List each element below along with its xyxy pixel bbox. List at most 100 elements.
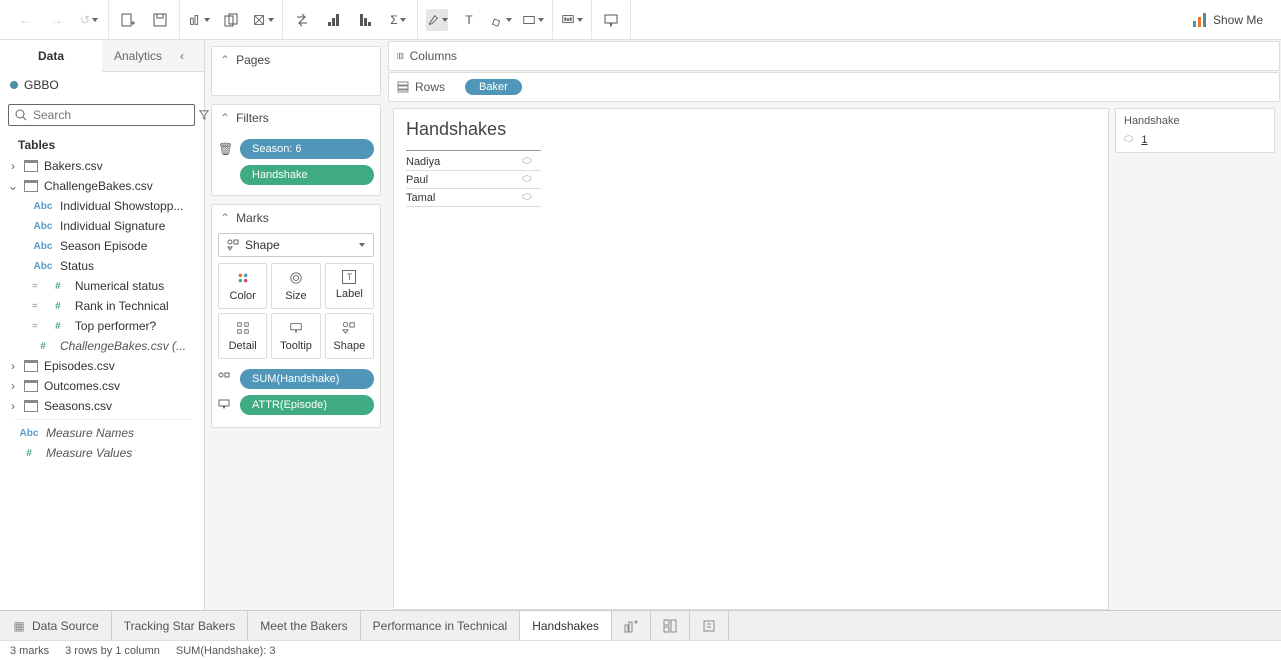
show-me-button[interactable]: Show Me [1181,13,1275,27]
table-row[interactable]: ›Outcomes.csv [4,376,200,396]
viz-table: Nadiya⬭ Paul⬭ Tamal⬭ [406,150,1096,207]
clear-icon[interactable] [252,9,274,31]
tooltip-toolbar-icon[interactable] [600,9,622,31]
pages-shelf[interactable]: ⌃Pages [211,46,381,96]
sheet-tab[interactable]: Performance in Technical [361,611,521,640]
show-me-label: Show Me [1213,13,1263,27]
filters-shelf[interactable]: ⌃Filters 🗑Season: 6 Handshake [211,104,381,196]
hash-icon: # [47,281,69,292]
detail-button[interactable]: Detail [218,313,267,359]
field-row[interactable]: =#Numerical status [4,276,200,296]
table-row[interactable]: ›Bakers.csv [4,156,200,176]
handshake-mark-icon: ⬭ [513,173,541,186]
columns-icon [397,50,404,62]
sheet-tabs: ▦Data Source Tracking Star Bakers Meet t… [0,610,1281,640]
field-row[interactable]: AbcMeasure Names [4,423,200,443]
fit-icon[interactable] [522,9,544,31]
abc-icon: Abc [32,221,54,232]
collapse-icon[interactable]: ‹ [172,49,192,63]
handshake-mark-icon: ⬭ [513,155,541,168]
abc-icon: Abc [18,428,40,439]
marks-shelf: ⌃Marks Shape Color Size TLabel Detail To… [211,204,381,428]
connection-row[interactable]: GBBO [0,72,204,98]
undo-redo-button[interactable]: ↺ [78,9,100,31]
pencil-icon[interactable] [490,9,512,31]
new-worksheet-icon[interactable] [188,9,210,31]
viz-title[interactable]: Handshakes [406,119,1096,140]
status-sum: SUM(Handshake): 3 [176,645,276,657]
sort-desc-icon[interactable] [355,9,377,31]
filter-pill[interactable]: Handshake [240,165,374,185]
row-pill[interactable]: Baker [465,79,522,95]
tables-heading: Tables [0,132,204,156]
table-row[interactable]: ›Seasons.csv [4,396,200,416]
new-worksheet-icon [624,619,638,633]
totals-icon[interactable]: Σ [387,9,409,31]
save-icon[interactable] [149,9,171,31]
size-button[interactable]: Size [271,263,320,309]
abc-icon: Abc [32,261,54,272]
hash-icon: # [47,321,69,332]
viz-row[interactable]: Tamal⬭ [406,189,541,207]
filter-pill[interactable]: Season: 6 [240,139,374,159]
label-button[interactable]: TLabel [325,263,374,309]
shape-button[interactable]: Shape [325,313,374,359]
presentation-icon[interactable] [561,9,583,31]
mark-type-dropdown[interactable]: Shape [218,233,374,257]
field-row[interactable]: #Measure Values [4,443,200,463]
mark-pill[interactable]: SUM(Handshake) [240,369,374,389]
tables-tree: ›Bakers.csv ⌄ChallengeBakes.csv AbcIndiv… [0,156,204,463]
forward-button[interactable]: → [46,9,68,31]
back-button[interactable]: ← [14,9,36,31]
shape-icon [227,239,239,251]
search-input[interactable] [8,104,195,126]
tooltip-button[interactable]: Tooltip [271,313,320,359]
field-row[interactable]: #ChallengeBakes.csv (... [4,336,200,356]
rows-shelf[interactable]: Rows Baker [388,72,1280,102]
visualization[interactable]: Handshakes Nadiya⬭ Paul⬭ Tamal⬭ [393,108,1109,610]
data-panel: Data Analytics‹ GBBO Tables ›Bakers.csv … [0,40,205,610]
legend-card[interactable]: Handshake ⬭1 [1115,108,1275,153]
trash-icon[interactable]: 🗑 [218,142,234,156]
field-row[interactable]: AbcIndividual Signature [4,216,200,236]
legend-mark-icon: ⬭ [1124,133,1133,146]
sheet-tab[interactable]: Tracking Star Bakers [112,611,249,640]
viz-row[interactable]: Paul⬭ [406,171,541,189]
calc-icon: = [32,321,41,332]
color-button[interactable]: Color [218,263,267,309]
tab-data[interactable]: Data [0,40,102,72]
mark-pill[interactable]: ATTR(Episode) [240,395,374,415]
field-row[interactable]: =#Rank in Technical [4,296,200,316]
field-row[interactable]: =#Top performer? [4,316,200,336]
field-row[interactable]: AbcIndividual Showstopp... [4,196,200,216]
sheet-tab[interactable]: Meet the Bakers [248,611,360,640]
new-worksheet-tab[interactable] [612,611,651,640]
new-data-source-icon[interactable] [117,9,139,31]
shelves-panel: ⌃Pages ⌃Filters 🗑Season: 6 Handshake ⌃Ma… [205,40,387,610]
field-row[interactable]: AbcSeason Episode [4,236,200,256]
field-row[interactable]: AbcStatus [4,256,200,276]
duplicate-icon[interactable] [220,9,242,31]
viz-row[interactable]: Nadiya⬭ [406,153,541,171]
tab-analytics[interactable]: Analytics‹ [102,40,204,72]
table-row[interactable]: ⌄ChallengeBakes.csv [4,176,200,196]
new-dashboard-tab[interactable] [651,611,690,640]
swap-icon[interactable] [291,9,313,31]
text-icon[interactable]: T [458,9,480,31]
columns-shelf[interactable]: Columns [388,41,1280,71]
new-story-tab[interactable] [690,611,729,640]
sort-asc-icon[interactable] [323,9,345,31]
table-row[interactable]: ›Episodes.csv [4,356,200,376]
sheet-tab[interactable]: Handshakes [520,611,612,640]
tooltip-icon [288,320,304,336]
connection-name: GBBO [24,78,59,92]
canvas-area: Columns Rows Baker Handshakes Nadiya⬭ Pa… [387,40,1281,610]
data-source-tab[interactable]: ▦Data Source [0,611,112,640]
hash-icon: # [32,341,54,352]
table-icon [24,160,38,172]
calc-icon: = [32,281,41,292]
new-dashboard-icon [663,619,677,633]
shape-mark-icon [218,372,234,387]
hash-icon: # [18,448,40,459]
highlight-icon[interactable] [426,9,448,31]
